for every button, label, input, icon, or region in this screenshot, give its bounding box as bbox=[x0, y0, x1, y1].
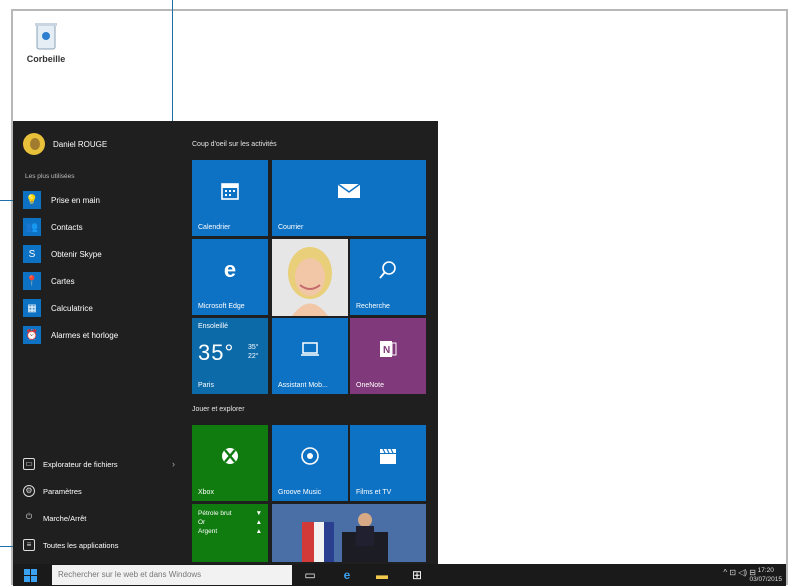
recycle-bin-label: Corbeille bbox=[26, 54, 66, 64]
tile-news[interactable] bbox=[272, 504, 426, 562]
avatar bbox=[23, 133, 45, 155]
skype-icon: S bbox=[23, 245, 41, 263]
clock[interactable]: 17:20 03/07/2015 bbox=[749, 566, 782, 584]
clock-time: 17:20 bbox=[757, 567, 774, 574]
app-label: Alarmes et horloge bbox=[51, 330, 119, 340]
tile-label: Xbox bbox=[198, 489, 214, 496]
item-label: Paramètres bbox=[43, 486, 82, 496]
onenote-icon: N bbox=[350, 318, 426, 380]
power-item[interactable]: ⏻ Marche/Arrêt bbox=[23, 509, 183, 527]
search-input[interactable]: Rechercher sur le web et dans Windows bbox=[52, 565, 292, 585]
tile-phone-assistant[interactable]: Assistant Mob... bbox=[272, 318, 348, 394]
search-icon bbox=[350, 239, 426, 301]
start-tiles-area: Coup d'oeil sur les activités Calendrier… bbox=[188, 121, 438, 564]
alarm-clock-icon: ⏰ bbox=[23, 326, 41, 344]
weather-city: Paris bbox=[198, 382, 214, 389]
groove-music-icon bbox=[272, 425, 348, 487]
people-photo-tile[interactable] bbox=[272, 239, 348, 316]
app-label: Contacts bbox=[51, 222, 83, 232]
weather-high: 35° bbox=[248, 344, 259, 351]
app-contacts[interactable]: 👥 Contacts bbox=[23, 216, 183, 238]
tile-label: OneNote bbox=[356, 382, 385, 389]
app-label: Calculatrice bbox=[51, 303, 93, 313]
tile-label: Courrier bbox=[278, 224, 304, 231]
money-trend-icons: ▼ ▲ ▲ bbox=[255, 510, 262, 535]
item-label: Toutes les applications bbox=[43, 540, 119, 550]
calculator-icon: ▦ bbox=[23, 299, 41, 317]
weather-condition: Ensoleillé bbox=[198, 323, 228, 330]
start-menu: Daniel ROUGE Les plus utilisées 💡 Prise … bbox=[13, 121, 438, 564]
tile-search[interactable]: Recherche bbox=[350, 239, 426, 315]
weather-range: 35° 22° bbox=[248, 343, 259, 361]
map-icon: 📍 bbox=[23, 272, 41, 290]
money-item: Pétrole brut bbox=[198, 510, 232, 517]
tile-label: Films et TV bbox=[356, 489, 392, 496]
all-apps-item[interactable]: ≡ Toutes les applications bbox=[23, 536, 183, 554]
user-account[interactable]: Daniel ROUGE bbox=[23, 133, 107, 155]
edge-taskbar-icon[interactable]: e bbox=[340, 568, 354, 582]
app-label: Cartes bbox=[51, 276, 75, 286]
app-prise-en-main[interactable]: 💡 Prise en main bbox=[23, 189, 183, 211]
file-explorer-item[interactable]: ▭ Explorateur de fichiers › bbox=[23, 455, 183, 473]
tile-label: Assistant Mob... bbox=[278, 382, 328, 389]
item-label: Explorateur de fichiers bbox=[43, 459, 118, 469]
tile-edge[interactable]: e Microsoft Edge bbox=[192, 239, 268, 315]
money-list: Pétrole brut Or Argent bbox=[198, 509, 232, 536]
svg-text:N: N bbox=[383, 345, 390, 356]
tile-label: Recherche bbox=[356, 303, 390, 310]
app-skype[interactable]: S Obtenir Skype bbox=[23, 243, 183, 265]
clock-date: 03/07/2015 bbox=[749, 576, 782, 583]
app-alarmes[interactable]: ⏰ Alarmes et horloge bbox=[23, 324, 183, 346]
tile-films[interactable]: Films et TV bbox=[350, 425, 426, 501]
app-calculatrice[interactable]: ▦ Calculatrice bbox=[23, 297, 183, 319]
app-label: Obtenir Skype bbox=[51, 249, 102, 259]
calendar-icon bbox=[192, 160, 268, 222]
recycle-bin-icon bbox=[33, 20, 59, 50]
tile-groove[interactable]: Groove Music bbox=[272, 425, 348, 501]
folder-taskbar-icon[interactable]: ▬ bbox=[375, 568, 389, 582]
folder-icon: ▭ bbox=[23, 458, 35, 470]
chevron-right-icon[interactable]: › bbox=[172, 459, 175, 469]
tile-label: Groove Music bbox=[278, 489, 322, 496]
tile-label: Calendrier bbox=[198, 224, 231, 231]
tile-onenote[interactable]: N OneNote bbox=[350, 318, 426, 394]
start-left-column: Daniel ROUGE Les plus utilisées 💡 Prise … bbox=[13, 121, 188, 564]
tile-weather[interactable]: Ensoleillé 35° 35° 22° Paris bbox=[192, 318, 268, 394]
tile-mail[interactable]: Courrier bbox=[272, 160, 426, 236]
item-label: Marche/Arrêt bbox=[43, 513, 87, 523]
tile-calendar[interactable]: Calendrier bbox=[192, 160, 268, 236]
envelope-icon bbox=[272, 160, 426, 222]
gear-icon: ⚙ bbox=[23, 485, 35, 497]
tile-label: Microsoft Edge bbox=[198, 303, 245, 310]
power-icon: ⏻ bbox=[25, 512, 33, 521]
lightbulb-icon: 💡 bbox=[23, 191, 41, 209]
recycle-bin[interactable]: Corbeille bbox=[20, 20, 72, 64]
app-label: Prise en main bbox=[51, 195, 100, 205]
weather-temperature: 35° bbox=[198, 340, 235, 365]
clapperboard-icon bbox=[350, 425, 426, 487]
money-item: Argent bbox=[198, 528, 218, 535]
windows-logo-icon bbox=[24, 568, 37, 582]
money-item: Or bbox=[198, 519, 206, 526]
settings-item[interactable]: ⚙ Paramètres bbox=[23, 482, 183, 500]
xbox-icon bbox=[192, 425, 268, 487]
start-button[interactable] bbox=[13, 564, 48, 586]
people-icon: 👥 bbox=[23, 218, 41, 236]
user-name: Daniel ROUGE bbox=[53, 139, 108, 149]
most-used-label: Les plus utilisées bbox=[25, 173, 75, 180]
tile-money[interactable]: Pétrole brut Or Argent ▼ ▲ ▲ bbox=[192, 504, 268, 562]
group-title-play: Jouer et explorer bbox=[192, 406, 245, 413]
news-image bbox=[272, 504, 426, 562]
list-icon: ≡ bbox=[23, 539, 35, 551]
taskbar: Rechercher sur le web et dans Windows ▭ … bbox=[13, 564, 786, 586]
app-cartes[interactable]: 📍 Cartes bbox=[23, 270, 183, 292]
group-title-activities: Coup d'oeil sur les activités bbox=[192, 141, 277, 148]
weather-low: 22° bbox=[248, 353, 259, 360]
task-view-icon[interactable]: ▭ bbox=[303, 568, 317, 582]
tile-xbox[interactable]: Xbox bbox=[192, 425, 268, 501]
edge-icon: e bbox=[223, 257, 237, 282]
store-taskbar-icon[interactable]: ⊞ bbox=[410, 568, 424, 582]
devices-icon bbox=[272, 318, 348, 380]
